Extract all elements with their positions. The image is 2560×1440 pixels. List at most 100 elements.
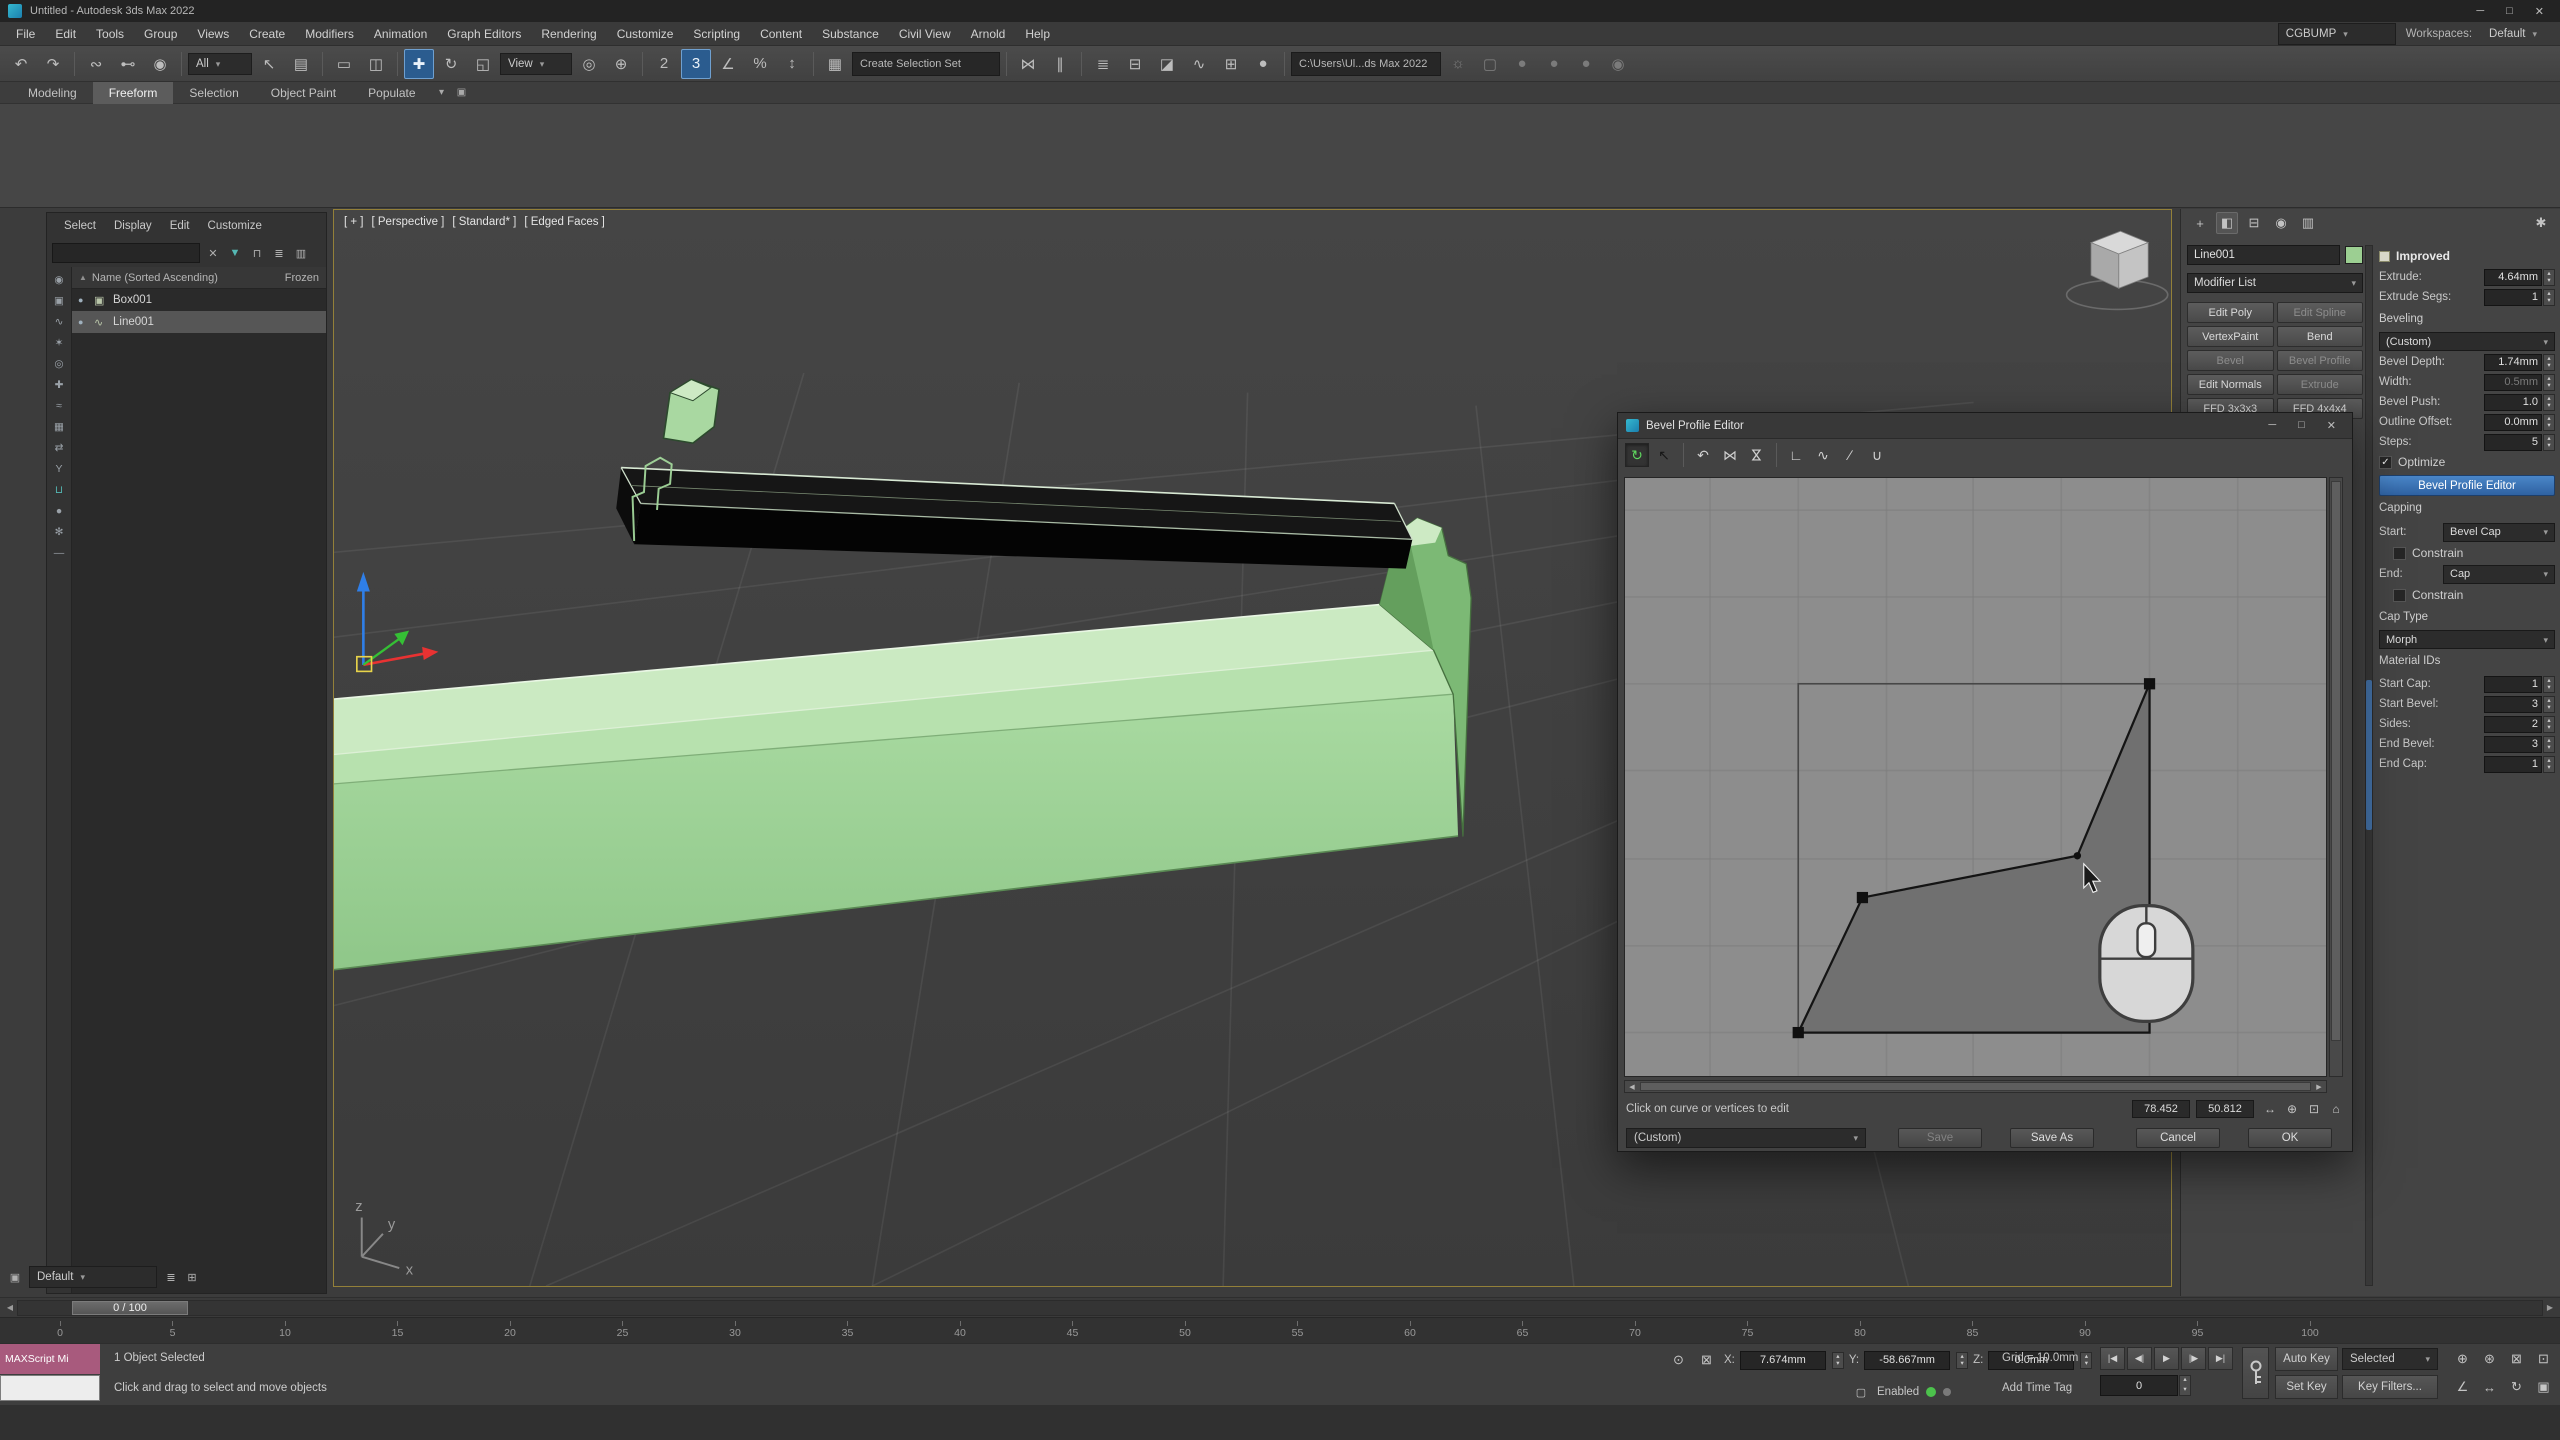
layer-list-icon[interactable]: ≣ (162, 1268, 180, 1286)
snap-3d-icon[interactable]: 3 (681, 49, 711, 79)
percent-snap-icon[interactable]: % (745, 49, 775, 79)
optimize-checkbox[interactable] (2379, 456, 2392, 469)
profile-preset-dropdown[interactable]: (Custom) (1626, 1128, 1866, 1148)
filter-cameras-icon[interactable]: ◎ (51, 355, 68, 372)
filter-bones-icon[interactable]: Y (51, 460, 68, 477)
ribbon-config-icon[interactable]: ▣ (452, 83, 472, 103)
filter-shapes-icon[interactable]: ∿ (51, 313, 68, 330)
unlink-icon[interactable]: ⊷ (113, 49, 143, 79)
ribbon-tab-object-paint[interactable]: Object Paint (255, 82, 352, 104)
project-folder-field[interactable]: C:\Users\Ul...ds Max 2022 (1291, 52, 1441, 76)
filter-hidden-icon[interactable]: — (51, 544, 68, 561)
go-end-icon[interactable]: ▶| (2208, 1347, 2233, 1370)
width-value[interactable]: 0.5mm (2484, 374, 2542, 391)
window-crossing-icon[interactable]: ◫ (361, 49, 391, 79)
orbit-icon[interactable]: ↻ (2504, 1375, 2529, 1399)
bevel-profile-editor-button[interactable]: Bevel Profile Editor (2379, 475, 2555, 496)
viewcube[interactable] (2067, 231, 2168, 309)
explorer-settings-icon[interactable]: ≣ (270, 244, 288, 262)
visibility-icon[interactable]: ● (78, 317, 88, 327)
frame-tick[interactable]: 40 (938, 1321, 982, 1339)
selection-filter-dropdown[interactable]: All (188, 53, 252, 75)
start-constrain-checkbox[interactable] (2393, 547, 2406, 560)
menu-animation[interactable]: Animation (364, 22, 437, 45)
modifier-button-bevel-profile[interactable]: Bevel Profile (2277, 350, 2364, 371)
visibility-icon[interactable]: ● (78, 295, 88, 305)
dialog-minimize-button[interactable] (2268, 419, 2276, 432)
modifier-button-bend[interactable]: Bend (2277, 326, 2364, 347)
redo-icon[interactable]: ↷ (38, 49, 68, 79)
menu-graph-editors[interactable]: Graph Editors (437, 22, 531, 45)
start-bevel-spinner[interactable]: ▴▾ (2543, 696, 2555, 713)
mirror-vertical-icon[interactable]: ⋈ (1745, 443, 1769, 467)
key-selection-dropdown[interactable]: Selected (2342, 1348, 2438, 1370)
end-cap-dropdown[interactable]: Cap (2443, 565, 2555, 584)
modifier-button-edit-poly[interactable]: Edit Poly (2187, 302, 2274, 323)
frame-tick[interactable]: 0 (38, 1321, 82, 1339)
motion-tab-icon[interactable]: ◉ (2270, 212, 2292, 234)
align-icon[interactable]: ∥ (1045, 49, 1075, 79)
set-key-button[interactable]: Set Key (2275, 1375, 2338, 1399)
schematic-view-icon[interactable]: ⊞ (1216, 49, 1246, 79)
explorer-menu-customize[interactable]: Customize (199, 220, 271, 232)
add-time-tag[interactable]: Add Time Tag (2002, 1382, 2072, 1394)
play-icon[interactable]: ▶ (2154, 1347, 2179, 1370)
frame-tick[interactable]: 65 (1501, 1321, 1545, 1339)
zoom-extents-icon[interactable]: ⊠ (2504, 1347, 2529, 1371)
z-spinner[interactable]: ▴▾ (2080, 1352, 2092, 1369)
utilities-tab-icon[interactable]: ✱ (2530, 212, 2552, 234)
maxscript-mini-listener-tab[interactable]: MAXScript Mi (0, 1344, 100, 1374)
menu-file[interactable]: File (6, 22, 45, 45)
filter-geometry-icon[interactable]: ▣ (51, 292, 68, 309)
frame-tick[interactable]: 60 (1388, 1321, 1432, 1339)
scene-explorer-toggle-icon[interactable]: ≣ (1088, 49, 1118, 79)
create-tab-icon[interactable]: + (2189, 212, 2211, 234)
maxscript-mini-listener-input[interactable] (0, 1375, 100, 1401)
selection-lock-icon[interactable]: ⊠ (1694, 1348, 1719, 1372)
modifier-list-dropdown[interactable]: Modifier List (2187, 273, 2363, 293)
profile-reset-view-icon[interactable]: ⌂ (2326, 1099, 2346, 1119)
filter-funnel-icon[interactable]: ▼ (226, 244, 244, 262)
set-key-mode-button[interactable] (2242, 1347, 2269, 1399)
menu-rendering[interactable]: Rendering (531, 22, 606, 45)
time-slider[interactable]: 0 / 100 (72, 1301, 188, 1315)
viewport-shading-menu[interactable]: [ Edged Faces ] (524, 216, 605, 228)
outline-offset-value[interactable]: 0.0mm (2484, 414, 2542, 431)
frame-tick[interactable]: 100 (2288, 1321, 2332, 1339)
rollout-title[interactable]: Improved (2396, 249, 2450, 263)
menu-content[interactable]: Content (750, 22, 812, 45)
move-gizmo[interactable] (357, 572, 439, 671)
dialog-maximize-button[interactable] (2298, 419, 2305, 432)
explorer-menu-select[interactable]: Select (55, 220, 105, 232)
frame-tick[interactable]: 85 (1951, 1321, 1995, 1339)
select-by-name-icon[interactable]: ▤ (286, 49, 316, 79)
mirror-horizontal-icon[interactable]: ⋈ (1718, 443, 1742, 467)
frame-tick[interactable]: 10 (263, 1321, 307, 1339)
save-button[interactable]: Save (1898, 1128, 1982, 1148)
display-tab-icon[interactable]: ▥ (2297, 212, 2319, 234)
steps-value[interactable]: 5 (2484, 434, 2542, 451)
ribbon-tab-modeling[interactable]: Modeling (12, 82, 93, 104)
profile-zoom-icon[interactable]: ⊕ (2282, 1099, 2302, 1119)
modifier-button-bevel[interactable]: Bevel (2187, 350, 2274, 371)
edit-named-selections-icon[interactable]: ▦ (820, 49, 850, 79)
frame-tick[interactable]: 5 (151, 1321, 195, 1339)
bevel-push-spinner[interactable]: ▴▾ (2543, 394, 2555, 411)
ribbon-tab-selection[interactable]: Selection (173, 82, 254, 104)
modify-tab-icon[interactable]: ◧ (2216, 212, 2238, 234)
menu-modifiers[interactable]: Modifiers (295, 22, 364, 45)
bevel-push-value[interactable]: 1.0 (2484, 394, 2542, 411)
command-panel-scrollbar[interactable] (2365, 245, 2373, 1286)
modifier-button-edit-spline[interactable]: Edit Spline (2277, 302, 2364, 323)
width-spinner[interactable]: ▴▾ (2543, 374, 2555, 391)
explorer-search-input[interactable] (52, 243, 200, 263)
modifier-button-vertexpaint[interactable]: VertexPaint (2187, 326, 2274, 347)
save-as-button[interactable]: Save As (2010, 1128, 2094, 1148)
fov-icon[interactable]: ∠ (2450, 1375, 2475, 1399)
scroll-left-icon[interactable]: ◀ (1625, 1083, 1639, 1091)
hierarchy-tab-icon[interactable]: ⊟ (2243, 212, 2265, 234)
undo-profile-icon[interactable]: ↶ (1691, 443, 1715, 467)
key-filters-button[interactable]: Key Filters... (2342, 1375, 2438, 1399)
outline-offset-spinner[interactable]: ▴▾ (2543, 414, 2555, 431)
maximize-viewport-icon[interactable]: ▣ (2531, 1375, 2556, 1399)
